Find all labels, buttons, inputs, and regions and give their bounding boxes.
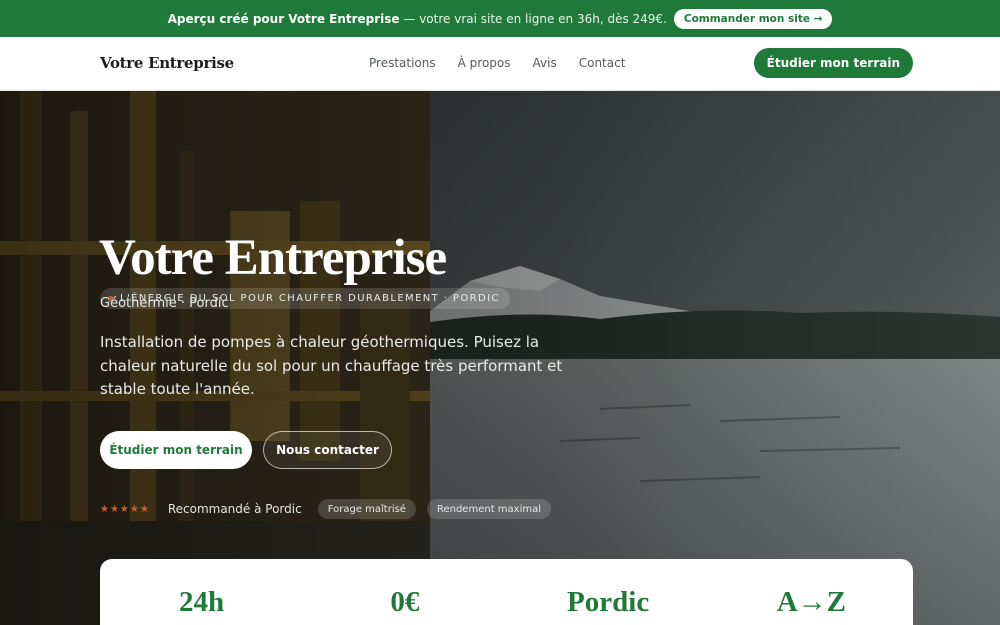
recommendation-text: Recommandé à Pordic (167, 502, 302, 516)
promo-message: — votre vrai site en ligne en 36h, dès 2… (399, 11, 667, 26)
top-navigation: Votre Entreprise Prestations À propos Av… (0, 37, 1000, 91)
nav-link-avis[interactable]: Avis (533, 56, 557, 70)
hero-title: Votre Entreprise (99, 230, 447, 286)
study-terrain-button[interactable]: Étudier mon terrain (100, 431, 252, 469)
nav-link-a-propos[interactable]: À propos (458, 56, 511, 70)
hero-subtitle: Géothermie · Pordic (100, 296, 229, 311)
chip-forage: Forage maîtrisé (317, 499, 416, 519)
site-logo[interactable]: Votre Entreprise (100, 54, 234, 72)
order-site-button[interactable]: Commander mon site → (673, 8, 833, 29)
promo-banner: Aperçu créé pour Votre Entreprise — votr… (0, 0, 1000, 37)
stat-a-to-z: A→Z (776, 586, 847, 618)
stat-zero-euro: 0€ (390, 586, 420, 618)
stats-card: 24h 0€ Pordic A→Z (100, 559, 913, 625)
nav-study-terrain-button[interactable]: Étudier mon terrain (753, 48, 913, 78)
promo-brand: Aperçu créé pour Votre Entreprise (167, 11, 400, 26)
main-menu: Prestations À propos Avis Contact (369, 56, 625, 70)
hero-description: Installation de pompes à chaleur géother… (100, 333, 563, 398)
rating-stars-icon: ★★★★★ (100, 503, 150, 515)
contact-us-button[interactable]: Nous contacter (263, 431, 392, 469)
nav-link-contact[interactable]: Contact (579, 56, 626, 70)
promo-text: Aperçu créé pour Votre Entreprise — votr… (168, 12, 667, 26)
stat-24h: 24h (179, 586, 225, 618)
stat-pordic: Pordic (567, 586, 650, 618)
nav-link-prestations[interactable]: Prestations (369, 56, 436, 70)
social-proof: ★★★★★ Recommandé à Pordic Forage maîtris… (100, 499, 552, 519)
chip-rendement: Rendement maximal (426, 499, 552, 519)
